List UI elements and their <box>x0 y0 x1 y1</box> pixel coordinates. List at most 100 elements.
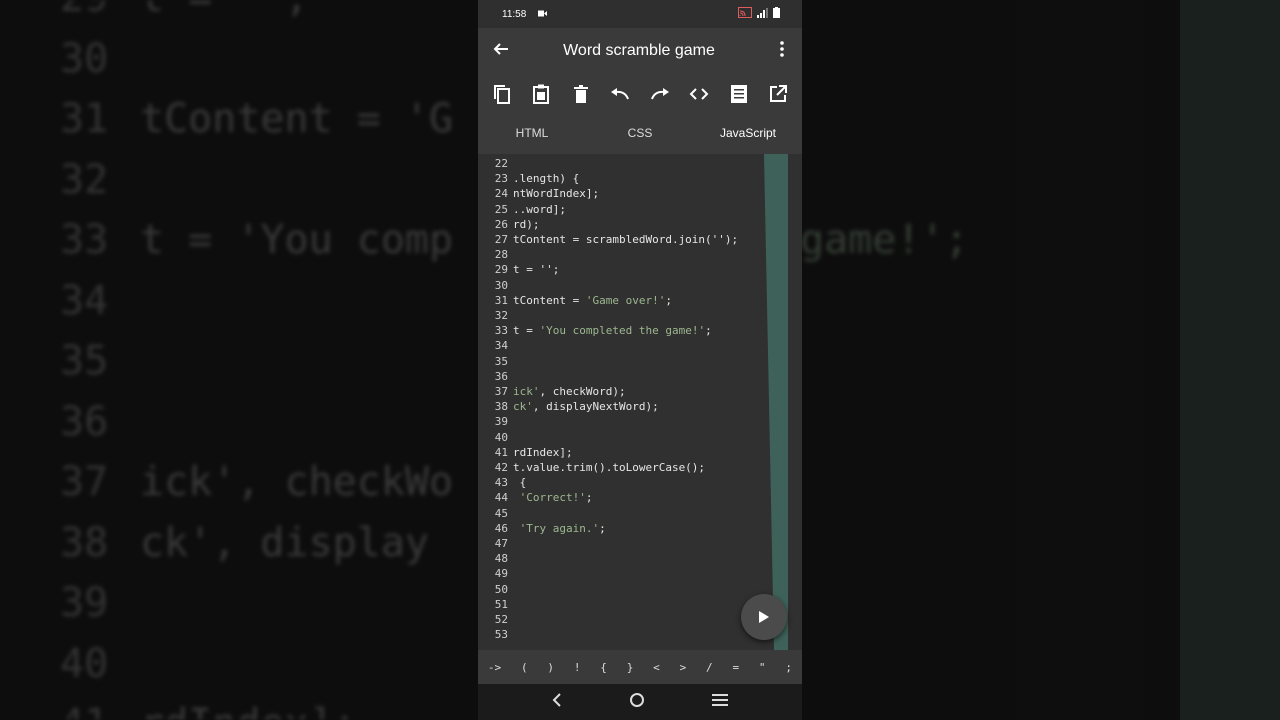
symbol-key[interactable]: ( <box>521 661 528 674</box>
symbol-key[interactable]: = <box>732 661 739 674</box>
code-line: { <box>513 476 527 489</box>
line-number: 49 <box>494 567 508 581</box>
media-icon <box>538 9 548 20</box>
line-number: 46 <box>494 521 508 535</box>
line-number: 50 <box>494 582 508 596</box>
code-text: t = ''; <box>513 263 560 277</box>
nav-home-button[interactable] <box>629 692 645 713</box>
line-number: 26 <box>494 217 508 231</box>
code-string: 'Try again.' <box>519 521 600 535</box>
code-text: .length) { <box>513 172 580 186</box>
code-text: rd); <box>513 217 540 231</box>
document-button[interactable] <box>725 80 753 108</box>
code-line: t = ''; <box>513 263 559 276</box>
code-line: ick', checkWord); <box>513 385 626 398</box>
delete-button[interactable] <box>567 80 595 108</box>
code-line: ck', displayNextWord); <box>513 400 659 413</box>
nav-recents-button[interactable] <box>712 693 729 711</box>
open-external-button[interactable] <box>764 80 792 108</box>
undo-button[interactable] <box>606 80 634 108</box>
line-number: 36 <box>494 369 508 383</box>
code-icon <box>689 88 709 100</box>
document-icon <box>730 85 747 103</box>
more-vert-icon <box>780 40 784 57</box>
code-line: tContent = scrambledWord.join(''); <box>513 233 738 246</box>
nav-back-button[interactable] <box>552 692 562 712</box>
redo-button[interactable] <box>646 80 674 108</box>
home-circle-icon <box>629 692 644 707</box>
code-string: ick' <box>513 385 540 398</box>
symbol-key[interactable]: ; <box>785 661 792 674</box>
line-number: 53 <box>494 628 508 642</box>
code-line: rdIndex]; <box>513 446 573 459</box>
line-number: 38 <box>494 400 508 414</box>
symbol-key[interactable]: " <box>759 661 766 674</box>
code-string: 'Game over!' <box>585 293 666 307</box>
code-string: 'You completed the game!' <box>539 324 706 338</box>
tab-javascript[interactable]: JavaScript <box>694 114 802 154</box>
line-number: 52 <box>494 613 508 626</box>
code-text-end: ; <box>705 324 712 338</box>
symbol-key[interactable]: ) <box>547 661 554 674</box>
code-editor[interactable]: 22 23 .length) {24 ntWordIndex]; 25 ..word]; 2… <box>478 154 802 650</box>
line-number: 44 <box>494 491 508 505</box>
code-string: ck' <box>513 400 533 414</box>
line-number: 33 <box>494 324 508 338</box>
phone-screen: 11:58 Word scramble game HTML CSS JavaSc… <box>478 0 802 720</box>
symbol-key[interactable]: } <box>627 661 634 674</box>
code-text: tContent = scrambledWord.join(''); <box>513 233 739 246</box>
code-text-end: ; <box>665 293 672 307</box>
preview-panel-edge[interactable] <box>764 154 788 650</box>
symbol-key[interactable]: / <box>706 661 713 674</box>
overflow-menu-button[interactable] <box>762 40 802 62</box>
line-number: 32 <box>494 309 508 322</box>
back-button[interactable] <box>478 40 524 63</box>
editor-toolbar <box>478 74 802 114</box>
code-line: rd); <box>513 218 540 231</box>
symbol-key[interactable]: < <box>653 661 660 674</box>
code-line: 'Try again.'; <box>513 522 606 535</box>
undo-icon <box>611 88 630 100</box>
language-tabs: HTML CSS JavaScript <box>478 114 802 154</box>
signal-icon <box>757 7 768 21</box>
code-line: t.value.trim().toLowerCase(); <box>513 461 705 474</box>
symbol-key[interactable]: > <box>680 661 687 674</box>
line-number: 22 <box>494 157 508 170</box>
play-icon <box>759 611 769 623</box>
code-line: ntWordIndex]; <box>513 187 599 200</box>
chevron-left-icon <box>552 692 561 707</box>
line-number: 51 <box>494 597 508 611</box>
code-text-end: ; <box>599 521 606 535</box>
symbol-key[interactable]: ! <box>574 661 581 674</box>
code-line: .length) { <box>513 172 579 185</box>
paste-button[interactable] <box>527 80 555 108</box>
line-number: 48 <box>494 552 508 566</box>
code-line: tContent = 'Game over!'; <box>513 294 672 307</box>
code-text-end: , checkWord); <box>539 385 626 398</box>
line-number: 41 <box>494 445 508 459</box>
line-number: 35 <box>494 354 508 368</box>
line-number: 29 <box>494 263 508 277</box>
code-text-end: , displayNextWord); <box>532 400 659 414</box>
tab-css[interactable]: CSS <box>586 114 694 154</box>
tab-html[interactable]: HTML <box>478 114 586 154</box>
status-time: 11:58 <box>502 8 527 20</box>
run-button[interactable] <box>741 594 787 640</box>
symbol-key[interactable]: -> <box>488 661 501 674</box>
line-number: 42 <box>494 461 508 474</box>
code-string: 'Correct!' <box>519 491 586 505</box>
format-code-button[interactable] <box>685 80 713 108</box>
code-line: t = 'You completed the game!'; <box>513 324 712 337</box>
line-number: 39 <box>494 415 508 429</box>
symbol-keys-bar: -> ()! {} < > / = "; <box>478 650 802 684</box>
copy-icon <box>493 85 510 104</box>
line-number: 47 <box>494 537 508 550</box>
copy-button[interactable] <box>488 80 516 108</box>
symbol-key[interactable]: { <box>600 661 607 674</box>
background-right-panel <box>1180 0 1280 720</box>
code-text: rdIndex]; <box>513 445 573 459</box>
line-number: 28 <box>494 248 508 262</box>
delete-icon <box>573 85 588 103</box>
